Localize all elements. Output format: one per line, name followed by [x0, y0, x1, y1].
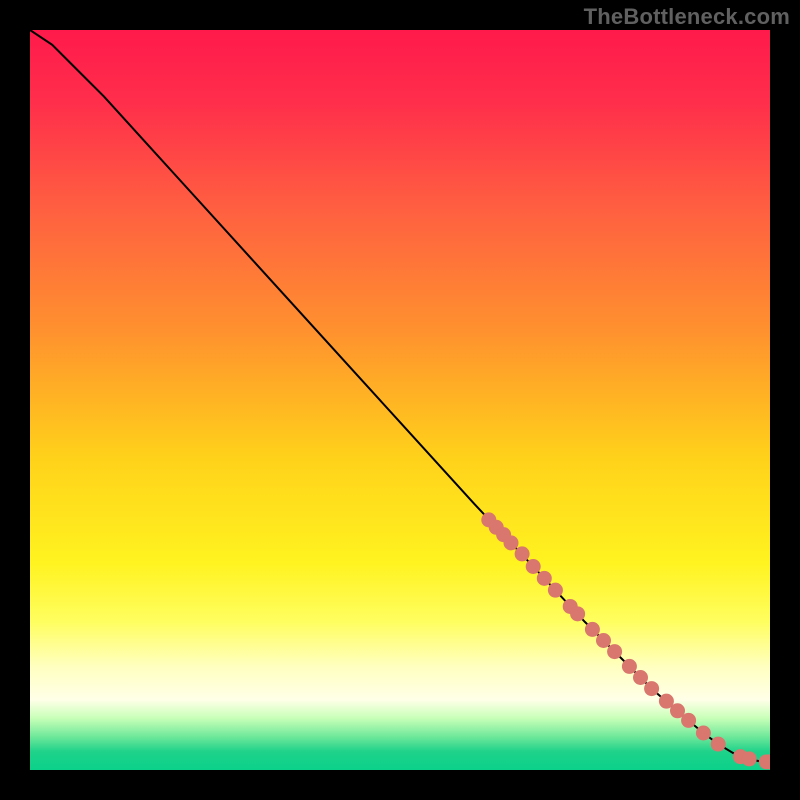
data-marker — [504, 535, 519, 550]
data-marker — [696, 726, 711, 741]
gradient-background — [30, 30, 770, 770]
data-marker — [596, 633, 611, 648]
data-marker — [548, 583, 563, 598]
data-marker — [515, 546, 530, 561]
data-marker — [742, 751, 757, 766]
plot-area — [30, 30, 770, 770]
data-marker — [607, 644, 622, 659]
data-marker — [570, 606, 585, 621]
data-marker — [681, 713, 696, 728]
data-marker — [622, 659, 637, 674]
data-marker — [537, 571, 552, 586]
data-marker — [711, 737, 726, 752]
chart-frame: TheBottleneck.com — [0, 0, 800, 800]
chart-svg — [30, 30, 770, 770]
watermark-text: TheBottleneck.com — [584, 4, 790, 30]
data-marker — [585, 622, 600, 637]
data-marker — [633, 670, 648, 685]
data-marker — [526, 559, 541, 574]
data-marker — [644, 681, 659, 696]
